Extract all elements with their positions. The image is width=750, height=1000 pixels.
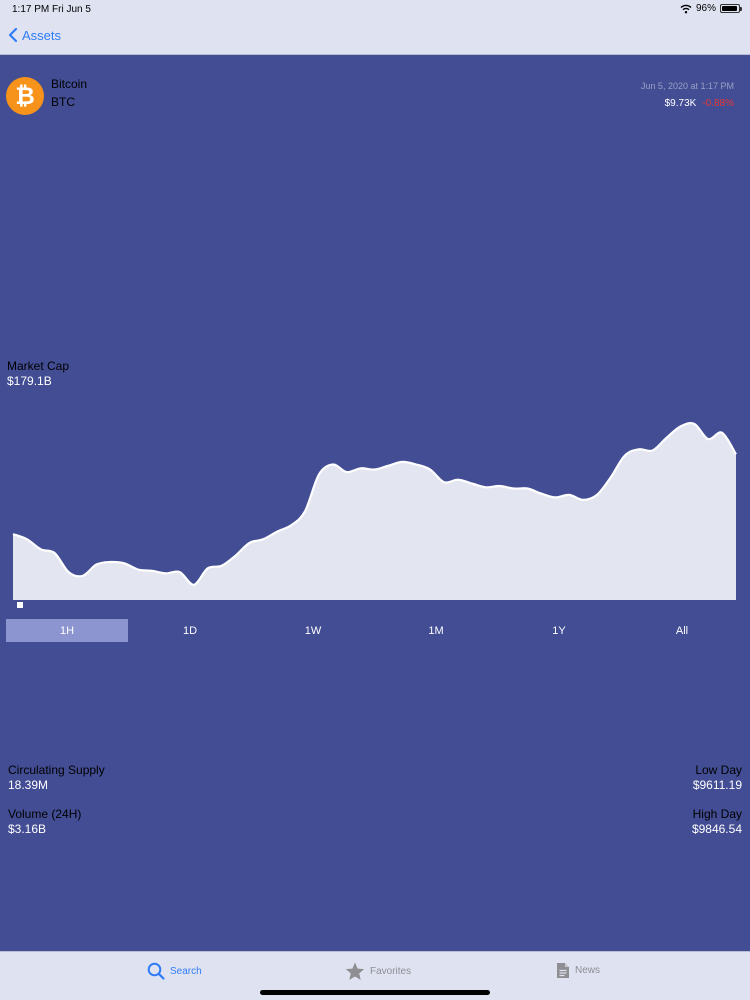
chevron-left-icon [8,27,18,43]
chart-area [13,423,736,600]
volume-stat: Volume (24H) $3.16B [8,807,81,836]
low-day-stat: Low Day $9611.19 [693,763,742,792]
tab-news[interactable]: News [556,962,600,979]
circulating-supply-label: Circulating Supply [8,763,105,777]
circulating-supply-value: 18.39M [8,778,49,792]
high-day-value: $9846.54 [691,822,742,836]
status-right: 96% [680,3,742,14]
status-date: Fri Jun 5 [52,4,91,15]
chart-cursor-marker[interactable] [17,602,23,608]
battery-icon [720,4,742,13]
range-selector: 1H 1D 1W 1M 1Y All [6,619,744,642]
tab-favorites-label: Favorites [370,966,412,977]
market-cap-value: $179.1B [7,374,52,388]
low-day-label: Low Day [695,763,742,777]
range-tab-1m[interactable]: 1M [375,619,497,642]
volume-label: Volume (24H) [8,807,82,821]
coin-symbol: BTC [51,95,75,109]
range-tab-all[interactable]: All [621,619,743,642]
circulating-supply-stat: Circulating Supply 18.39M [8,763,105,792]
tab-favorites[interactable]: Favorites [345,962,411,981]
tab-search[interactable]: Search [147,962,202,980]
back-button[interactable]: Assets [8,27,61,43]
price-value: $9.73K [664,98,697,109]
status-bar: 1:17 PM Fri Jun 5 96% [0,0,750,18]
low-day-value: $9611.19 [692,778,742,792]
volume-value: $3.16B [8,822,47,836]
range-tab-1h[interactable]: 1H [6,619,128,642]
high-day-stat: High Day $9846.54 [692,807,742,836]
price-chart[interactable] [0,405,750,615]
wifi-icon [680,4,692,13]
back-button-label: Assets [22,27,62,43]
search-icon [147,962,165,980]
price-change: -0.88% [702,98,734,109]
coin-name: Bitcoin [51,77,88,91]
status-time: 1:17 PM [12,4,50,15]
tab-news-label: News [575,965,601,976]
high-day-label: High Day [692,807,742,821]
price-timestamp: Jun 5, 2020 at 1:17 PM [640,81,734,91]
battery-percent: 96% [695,3,716,14]
bitcoin-logo-icon: ₿ [6,77,44,115]
range-tab-1d[interactable]: 1D [129,619,251,642]
price-row: $9.73K -0.88% [665,98,734,109]
news-icon [557,963,569,978]
range-tab-1y[interactable]: 1Y [498,619,620,642]
navigation-bar: Assets [0,18,750,55]
coin-logo-glyph: ₿ [15,81,35,110]
home-indicator [260,990,490,995]
star-icon [345,962,365,980]
market-cap-label: Market Cap [7,359,70,373]
range-tab-1w[interactable]: 1W [252,619,374,642]
tab-search-label: Search [170,965,202,977]
